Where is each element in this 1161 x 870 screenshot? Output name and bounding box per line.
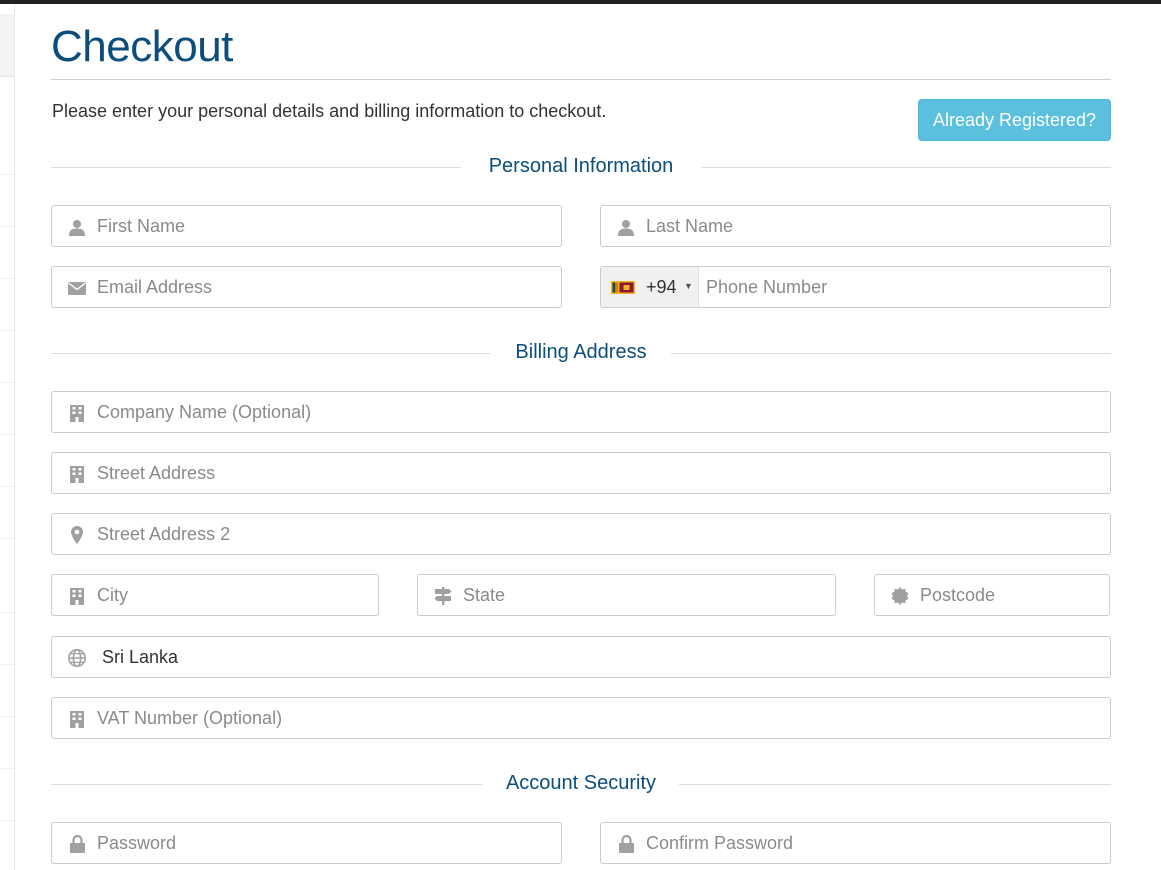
sidebar-edge-divider <box>0 820 14 821</box>
globe-icon <box>68 649 86 667</box>
caret-down-icon: ▼ <box>684 281 693 291</box>
password-field <box>51 822 562 864</box>
state-field <box>417 574 836 616</box>
sidebar-edge-divider <box>0 768 14 769</box>
city-input[interactable] <box>97 575 368 615</box>
building-icon <box>68 465 86 483</box>
email-input[interactable] <box>97 267 551 307</box>
postcode-input[interactable] <box>920 575 1099 615</box>
sidebar-edge-divider <box>0 538 14 539</box>
intro-text: Please enter your personal details and b… <box>52 101 607 121</box>
sidebar-edge-divider <box>0 174 14 175</box>
confirm-password-input[interactable] <box>646 823 1100 863</box>
section-divider-right <box>671 353 1111 354</box>
vat-number-field <box>51 697 1111 739</box>
section-account-security: Account Security <box>51 772 1111 798</box>
country-code-dropdown[interactable]: +94 ▼ <box>601 267 699 307</box>
user-icon <box>617 218 635 236</box>
already-registered-button[interactable]: Already Registered? <box>918 99 1111 141</box>
certificate-icon <box>891 587 909 605</box>
street-address-2-input[interactable] <box>97 514 1100 554</box>
map-marker-icon <box>68 526 86 544</box>
envelope-icon <box>68 279 86 297</box>
postcode-field <box>874 574 1110 616</box>
section-personal-information: Personal Information <box>51 155 1111 181</box>
sidebar-edge-divider <box>0 330 14 331</box>
signpost-icon <box>434 587 452 605</box>
first-name-input[interactable] <box>97 206 551 246</box>
company-name-input[interactable] <box>97 392 1100 432</box>
first-name-field <box>51 205 562 247</box>
sidebar-edge-divider <box>0 612 14 613</box>
sidebar-edge-divider <box>0 486 14 487</box>
country-value: Sri Lanka <box>102 647 179 667</box>
phone-number-input[interactable] <box>706 267 1100 307</box>
section-divider-right <box>679 784 1111 785</box>
window-top-bar <box>0 0 1161 4</box>
building-icon <box>68 404 86 422</box>
user-icon <box>68 218 86 236</box>
sri-lanka-flag-icon <box>611 281 635 294</box>
last-name-field <box>600 205 1111 247</box>
sidebar-edge-divider <box>0 226 14 227</box>
confirm-password-field <box>600 822 1111 864</box>
street-address-input[interactable] <box>97 453 1100 493</box>
section-divider-right <box>701 167 1111 168</box>
company-name-field <box>51 391 1111 433</box>
street-address-field <box>51 452 1111 494</box>
sidebar-edge-divider <box>0 664 14 665</box>
password-input[interactable] <box>97 823 551 863</box>
sidebar-edge-divider <box>0 278 14 279</box>
vat-number-input[interactable] <box>97 698 1100 738</box>
sidebar-edge-tab <box>0 14 14 77</box>
page-title: Checkout <box>51 22 233 71</box>
state-input[interactable] <box>463 575 825 615</box>
sidebar-edge-divider <box>0 716 14 717</box>
country-select[interactable]: Sri Lanka <box>51 636 1111 678</box>
sidebar-edge-divider <box>0 382 14 383</box>
country-code-text: +94 <box>646 277 677 297</box>
city-field <box>51 574 379 616</box>
building-icon <box>68 710 86 728</box>
left-sidebar-edge <box>0 4 15 870</box>
lock-icon <box>68 835 86 853</box>
building-icon <box>68 587 86 605</box>
title-divider <box>51 79 1111 80</box>
street-address-2-field <box>51 513 1111 555</box>
sidebar-edge-divider <box>0 434 14 435</box>
last-name-input[interactable] <box>646 206 1100 246</box>
email-field <box>51 266 562 308</box>
phone-field: +94 ▼ <box>600 266 1111 308</box>
lock-icon <box>617 835 635 853</box>
section-billing-address: Billing Address <box>51 341 1111 367</box>
